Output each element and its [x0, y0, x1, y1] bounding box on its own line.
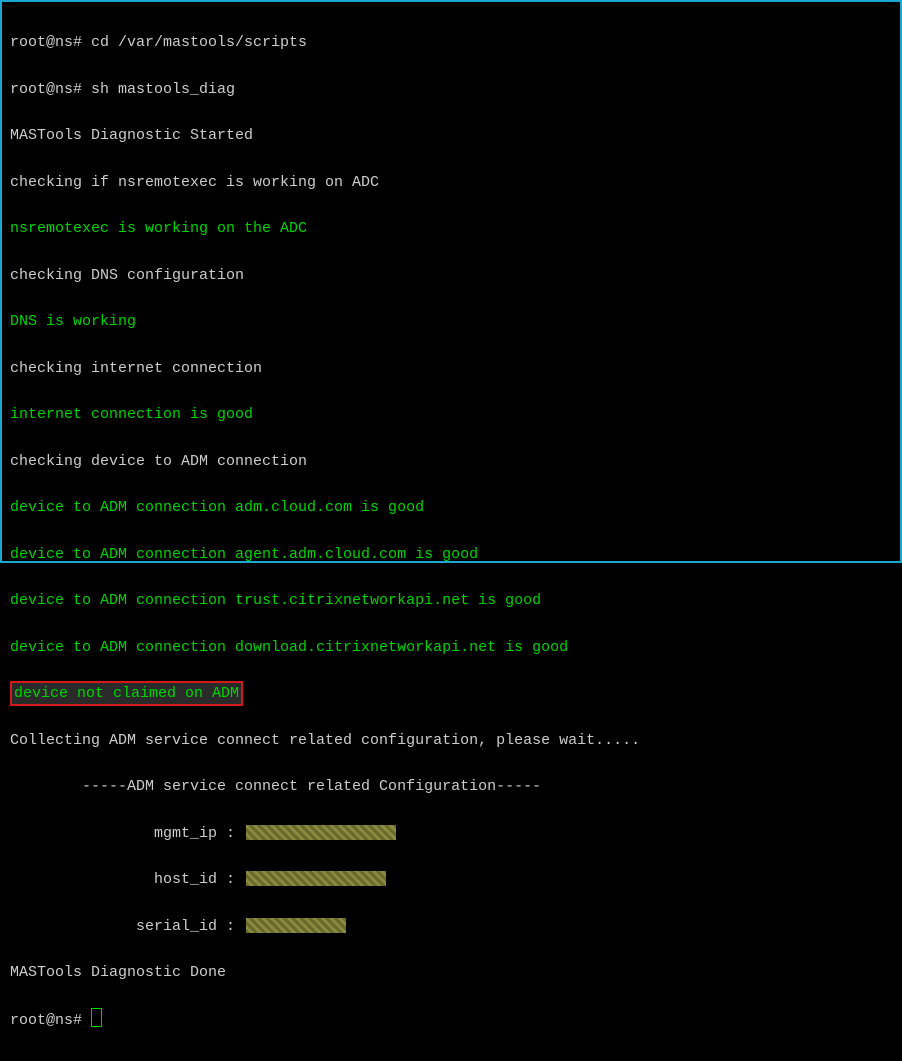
- serial-id-label: serial_id :: [10, 918, 244, 935]
- adm4-ok-line: device to ADM connection download.citrix…: [10, 636, 892, 659]
- host-id-line: host_id :: [10, 868, 892, 891]
- host-id-label: host_id :: [10, 871, 244, 888]
- serial-id-value: [244, 918, 346, 935]
- redacted-block: [246, 871, 386, 886]
- check-internet-line: checking internet connection: [10, 357, 892, 380]
- collecting-config-line: Collecting ADM service connect related c…: [10, 729, 892, 752]
- redacted-block: [246, 825, 396, 840]
- shell-prompt: root@ns#: [10, 81, 91, 98]
- mgmt-ip-value: [244, 825, 396, 842]
- adm1-ok-line: device to ADM connection adm.cloud.com i…: [10, 496, 892, 519]
- check-dns-line: checking DNS configuration: [10, 264, 892, 287]
- diag-done-line: MASTools Diagnostic Done: [10, 961, 892, 984]
- cmd-line-1: root@ns# cd /var/mastools/scripts: [10, 31, 892, 54]
- highlight-callout: device not claimed on ADM: [10, 681, 243, 706]
- mgmt-ip-label: mgmt_ip :: [10, 825, 244, 842]
- dns-ok-line: DNS is working: [10, 310, 892, 333]
- internet-ok-line: internet connection is good: [10, 403, 892, 426]
- command-text: cd /var/mastools/scripts: [91, 34, 307, 51]
- diag-start-line: MASTools Diagnostic Started: [10, 124, 892, 147]
- mgmt-ip-line: mgmt_ip :: [10, 822, 892, 845]
- shell-prompt: root@ns#: [10, 34, 91, 51]
- command-text: sh mastools_diag: [91, 81, 235, 98]
- config-header-line: -----ADM service connect related Configu…: [10, 775, 892, 798]
- check-nsremote-line: checking if nsremotexec is working on AD…: [10, 171, 892, 194]
- terminal-output[interactable]: root@ns# cd /var/mastools/scripts root@n…: [2, 2, 900, 1061]
- adm3-ok-line: device to ADM connection trust.citrixnet…: [10, 589, 892, 612]
- check-adm-line: checking device to ADM connection: [10, 450, 892, 473]
- cmd-line-3: root@ns#: [10, 1008, 892, 1032]
- cmd-line-2: root@ns# sh mastools_diag: [10, 78, 892, 101]
- host-id-value: [244, 871, 386, 888]
- cursor-block: [91, 1008, 102, 1027]
- device-not-claimed-line: device not claimed on ADM: [10, 682, 892, 705]
- redacted-block: [246, 918, 346, 933]
- nsremote-ok-line: nsremotexec is working on the ADC: [10, 217, 892, 240]
- shell-prompt: root@ns#: [10, 1012, 91, 1029]
- serial-id-line: serial_id :: [10, 915, 892, 938]
